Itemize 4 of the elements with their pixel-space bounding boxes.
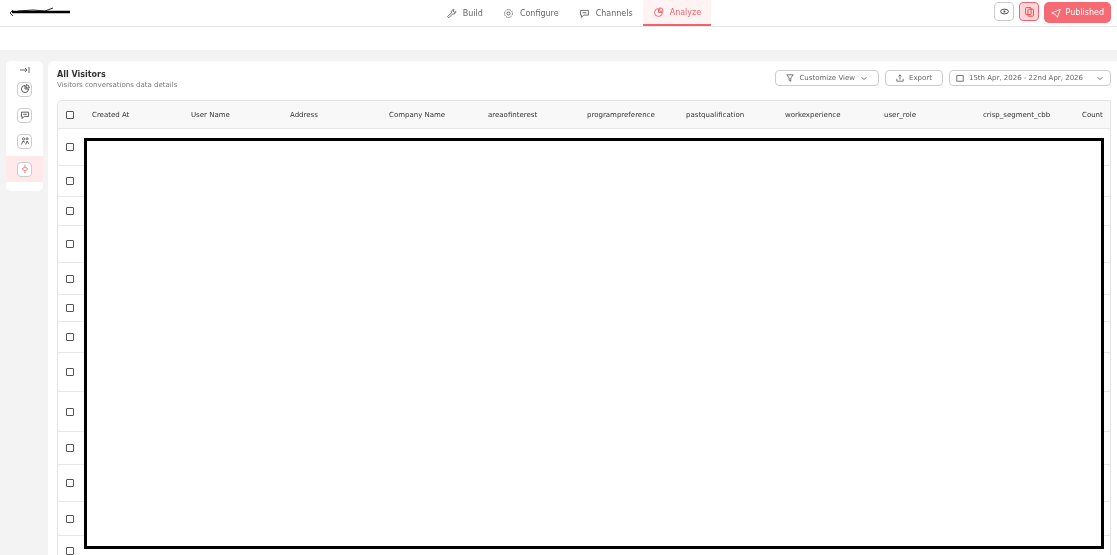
- nav-tab[interactable]: Build: [435, 0, 493, 26]
- nav-tab[interactable]: Configure: [492, 0, 569, 26]
- nav-tab[interactable]: Channels: [568, 0, 643, 26]
- panel-title: All Visitors: [57, 70, 107, 79]
